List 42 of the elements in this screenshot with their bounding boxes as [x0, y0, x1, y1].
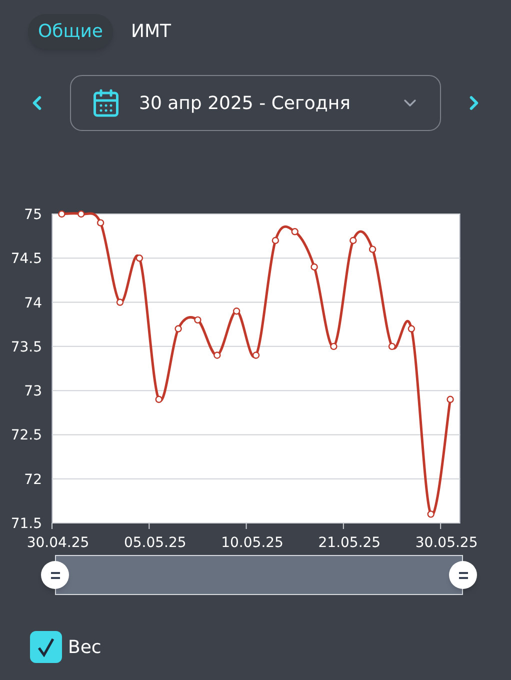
range-handle[interactable] [449, 561, 477, 589]
axis-label: 72.5 [10, 428, 42, 444]
axis-label: 21.05.25 [318, 535, 381, 551]
axis-label: 71.5 [10, 516, 42, 532]
data-point [291, 228, 298, 236]
axis-label: 75 [24, 207, 42, 223]
data-point [116, 298, 124, 306]
data-point [194, 316, 202, 324]
axis-label: 74.5 [10, 251, 42, 268]
range-handle[interactable] [41, 561, 69, 589]
legend-checkbox[interactable]: Вес [30, 631, 511, 663]
data-point [78, 210, 85, 218]
data-point [408, 325, 416, 332]
data-point [155, 396, 162, 403]
data-point [174, 325, 182, 332]
tab[interactable]: ИМТ [121, 14, 181, 49]
data-point [350, 236, 357, 244]
data-point [58, 210, 66, 218]
axis-label: 74 [24, 295, 42, 312]
data-point [214, 352, 221, 359]
axis-label: 72 [24, 472, 42, 488]
data-point [310, 263, 318, 271]
axis-label: 10.05.25 [221, 535, 284, 551]
data-point [96, 219, 104, 226]
data-point [272, 236, 280, 244]
data-point [427, 510, 434, 518]
data-point [446, 396, 454, 403]
axis-label: 05.05.25 [124, 535, 186, 551]
axis-label: 73 [24, 384, 42, 400]
axis-label: 73.5 [10, 339, 42, 356]
data-point [330, 342, 338, 350]
axis-label: 30.05.25 [415, 535, 478, 551]
tab[interactable]: Общие [28, 14, 113, 49]
calendar-icon [91, 88, 121, 118]
data-point [368, 246, 376, 253]
checkmark-icon [37, 637, 55, 657]
data-point [136, 254, 144, 262]
date-range-dropdown[interactable]: 30 апр 2025 - Сегодня [70, 75, 441, 131]
data-point [232, 308, 240, 315]
data-point [388, 342, 396, 350]
axis-label: 30.04.25 [26, 535, 90, 551]
data-point [252, 352, 260, 359]
